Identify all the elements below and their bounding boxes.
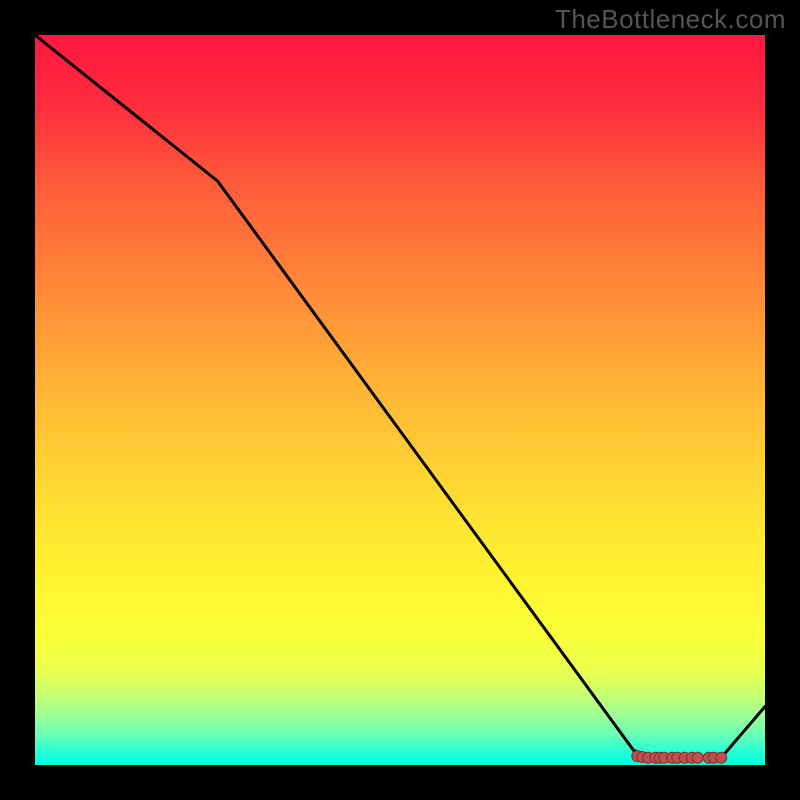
data-markers [632, 751, 727, 764]
chart-frame: TheBottleneck.com [0, 0, 800, 800]
data-marker [716, 752, 727, 763]
data-line [35, 35, 765, 758]
plot-area [35, 35, 765, 765]
chart-svg [35, 35, 765, 765]
data-marker [692, 752, 703, 763]
attribution-text: TheBottleneck.com [555, 4, 786, 35]
